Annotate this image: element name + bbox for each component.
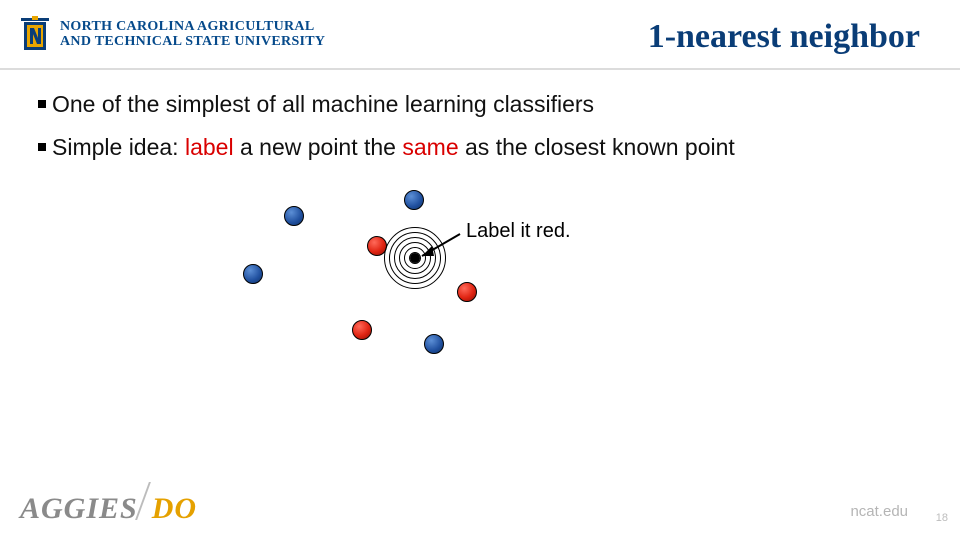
university-line2: AND TECHNICAL STATE UNIVERSITY <box>60 35 325 50</box>
aggies-wordmark: AGGIES DO <box>20 484 197 526</box>
bullet-2-same: same <box>402 134 458 160</box>
bullet-icon <box>38 100 46 108</box>
slide: NORTH CAROLINA AGRICULTURAL AND TECHNICA… <box>0 0 960 540</box>
bullet-2: Simple idea: label a new point the same … <box>38 133 920 162</box>
bullet-1: One of the simplest of all machine learn… <box>38 90 920 119</box>
page-number: 18 <box>936 512 948 524</box>
content: One of the simplest of all machine learn… <box>38 90 920 177</box>
blue-point <box>404 190 424 210</box>
red-point <box>457 282 477 302</box>
aggies-gold: DO <box>152 492 197 525</box>
diagram-label: Label it red. <box>466 220 571 243</box>
header-divider <box>0 68 960 70</box>
university-logo: NORTH CAROLINA AGRICULTURAL AND TECHNICA… <box>18 16 325 54</box>
bullet-2-text: Simple idea: label a new point the same … <box>52 133 735 162</box>
footer-url: ncat.edu <box>850 503 908 520</box>
footer-brand: AGGIES DO <box>20 484 197 526</box>
bullet-1-text: One of the simplest of all machine learn… <box>52 90 594 119</box>
red-point <box>352 320 372 340</box>
aggies-grey: AGGIES <box>20 492 138 525</box>
logo-mark-icon <box>18 16 52 54</box>
slash-icon <box>136 484 154 518</box>
slide-title: 1-nearest neighbor <box>648 18 920 56</box>
bullet-2-label: label <box>185 134 234 160</box>
blue-point <box>284 206 304 226</box>
blue-point <box>424 334 444 354</box>
header: NORTH CAROLINA AGRICULTURAL AND TECHNICA… <box>0 0 960 68</box>
knn-diagram: Label it red. <box>250 168 670 398</box>
arrow-icon <box>410 228 470 268</box>
blue-point <box>243 264 263 284</box>
bullet-icon <box>38 143 46 151</box>
university-name: NORTH CAROLINA AGRICULTURAL AND TECHNICA… <box>60 20 325 49</box>
university-line1: NORTH CAROLINA AGRICULTURAL <box>60 20 325 35</box>
